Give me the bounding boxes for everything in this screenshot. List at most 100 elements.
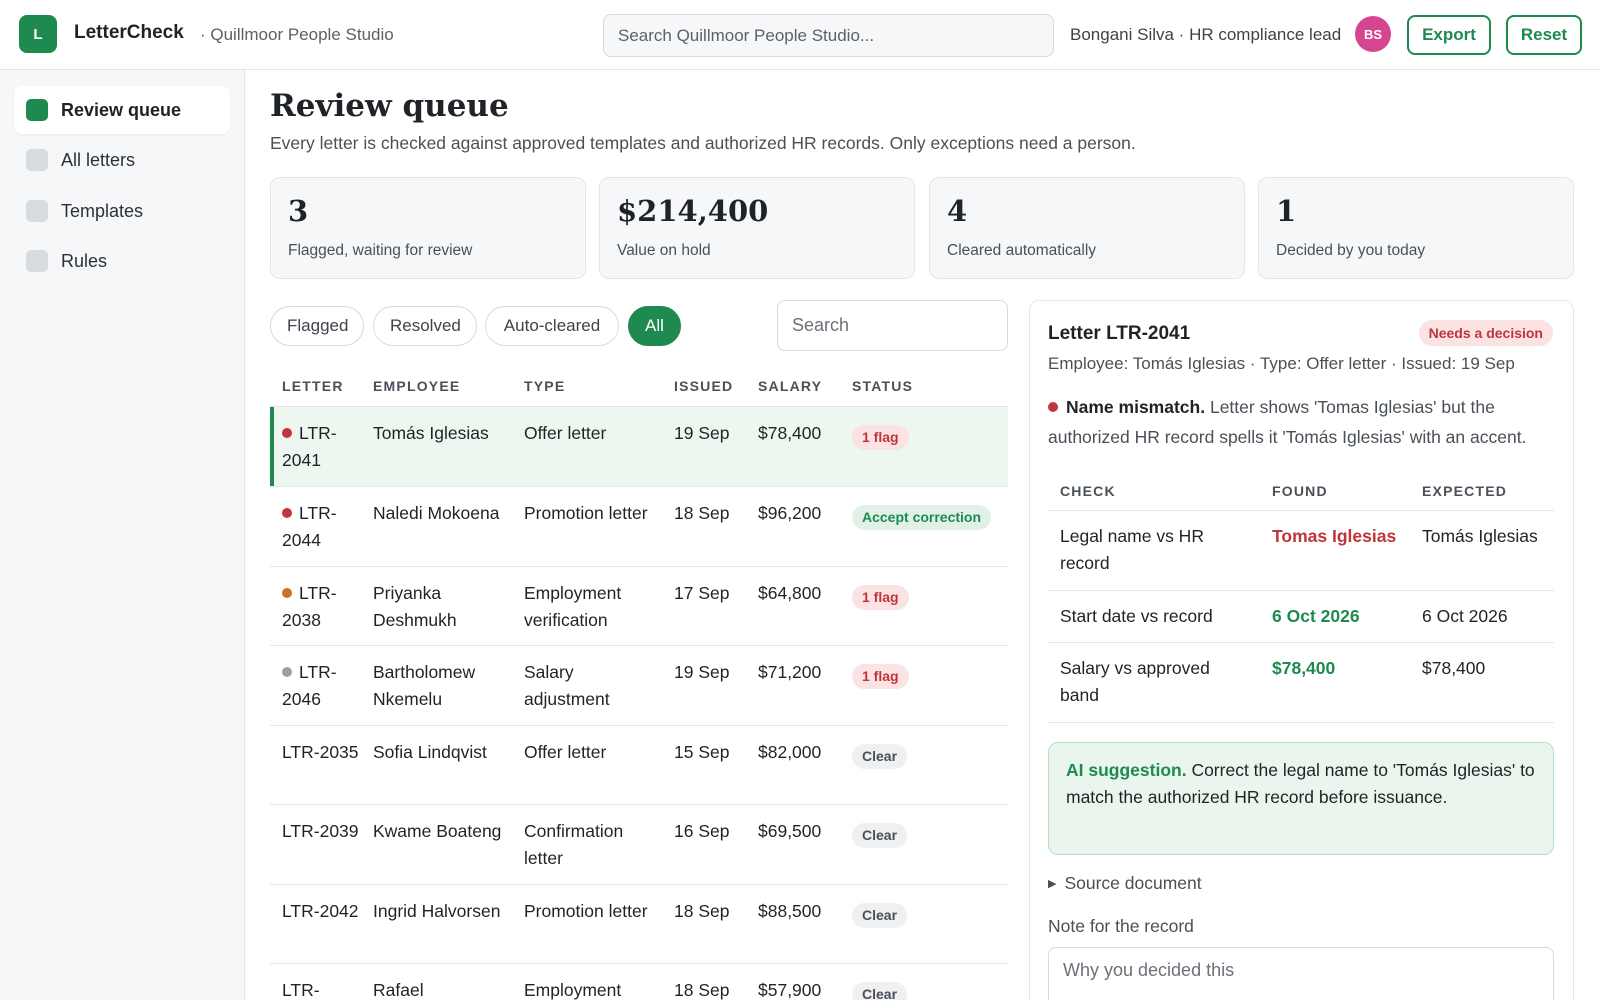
checks-table: CHECK FOUND EXPECTED Legal name vs HR re… [1048,471,1554,723]
filter-flagged[interactable]: Flagged [270,306,364,346]
column-header-type[interactable]: TYPE [524,378,565,394]
filter-resolved[interactable]: Resolved [373,306,477,346]
table-row[interactable]: LTR-2035 Sofia Lindqvist Offer letter 15 Se… [270,726,1008,805]
type-cell: Confirmation letter [524,821,624,868]
salary-cell: $57,900 [758,980,822,1000]
table-row[interactable]: LTR-2039 Kwame Boateng Confirmation letter… [270,805,1008,885]
issued-cell: 18 Sep [674,901,730,921]
column-header-found: FOUND [1272,483,1328,499]
filter-all[interactable]: All [628,306,681,346]
review-queue-icon [26,99,48,121]
status-cell: 1 flag [852,583,909,610]
type-cell: Promotion letter [524,503,648,523]
salary-cell: $96,200 [758,503,822,523]
issue-summary: Name mismatch. Letter shows 'Tomas Igles… [1048,392,1558,452]
issued-cell: 19 Sep [674,662,730,682]
stat-value: 4 [947,194,968,228]
stat-card-value-on-hold: $214,400 Value on hold [599,177,915,279]
sidebar-item-all-letters[interactable]: All letters [14,136,230,184]
column-header-issued[interactable]: ISSUED [674,378,733,394]
employee-cell: Bartholomew Nkemelu [373,662,476,709]
filter-auto-cleared[interactable]: Auto-cleared [485,306,619,346]
stat-label: Cleared automatically [947,242,1097,259]
employee-cell: Sofia Lindqvist [373,742,487,762]
letter-id-cell: LTR-2038 [282,580,362,634]
check-name: Legal name vs HR record [1060,526,1204,573]
check-row: Start date vs record 6 Oct 2026 6 Oct 2026 [1048,591,1554,643]
sidebar-item-label: Templates [61,200,144,221]
table-row[interactable]: LTR-2041 Tomás Iglesias Offer letter 19 Sep… [270,407,1008,487]
employee-cell: Rafael [373,980,424,1000]
status-badge: Clear [852,982,908,1000]
templates-icon [26,200,48,222]
column-header-check: CHECK [1060,483,1116,499]
current-user-label: Bongani Silva · HR compliance lead [1070,25,1342,44]
employee-cell: Naledi Mokoena [373,503,500,523]
page-title: Review queue [270,88,509,124]
letter-id-cell: LTR-2044 [282,500,362,554]
salary-cell: $82,000 [758,742,822,762]
status-badge: Clear [852,823,908,848]
column-header-expected: EXPECTED [1422,483,1508,499]
letter-id: LTR-2042 [282,901,359,921]
stat-value: 3 [288,194,309,228]
check-found-value: Tomas Iglesias [1272,526,1397,546]
column-header-employee[interactable]: EMPLOYEE [373,378,460,394]
check-found-value: $78,400 [1272,658,1336,678]
check-found-value: 6 Oct 2026 [1272,606,1360,626]
workspace-name: · Quillmoor People Studio [200,25,394,44]
stat-value: $214,400 [617,194,769,228]
checks-table-header: CHECK FOUND EXPECTED [1048,471,1554,511]
employee-cell: Priyanka Deshmukh [373,583,457,630]
detail-meta: Employee: Tomás Iglesias · Type: Offer l… [1048,354,1515,373]
check-name: Start date vs record [1060,606,1213,626]
table-row[interactable]: LTR- Rafael Employment 18 Sep $57,900 Clear [270,964,1008,1000]
stat-value: 1 [1276,194,1297,228]
table-row[interactable]: LTR-2046 Bartholomew Nkemelu Salary adjust… [270,646,1008,726]
letter-search-input[interactable] [777,300,1008,351]
export-button[interactable]: Export [1407,15,1491,55]
status-cell: Accept correction [852,503,992,530]
source-document-toggle[interactable]: ▶ Source document [1048,873,1202,894]
logo-letter: L [33,25,43,43]
status-cell: 1 flag [852,423,909,450]
sidebar-item-review-queue[interactable]: Review queue [14,86,230,134]
rules-icon [26,250,48,272]
salary-cell: $64,800 [758,583,822,603]
status-badge: Clear [852,903,908,928]
letter-id: LTR-2035 [282,742,359,762]
sidebar-item-templates[interactable]: Templates [14,187,230,235]
column-header-letter[interactable]: LETTER [282,378,344,394]
table-row[interactable]: LTR-2044 Naledi Mokoena Promotion letter 18… [270,487,1008,567]
table-row[interactable]: LTR-2038 Priyanka Deshmukh Employment veri… [270,567,1008,646]
issued-cell: 17 Sep [674,583,730,603]
stat-card-cleared: 4 Cleared automatically [929,177,1245,279]
stat-label: Value on hold [617,242,711,259]
severity-dot-icon [282,428,292,438]
app-logo[interactable]: L [19,15,57,53]
issue-dot-icon [1048,402,1058,412]
decision-note-input[interactable] [1048,947,1554,1000]
type-cell: Offer letter [524,423,607,443]
letters-table: LETTER EMPLOYEE TYPE ISSUED SALARY STATU… [270,370,1008,1000]
table-row[interactable]: LTR-2042 Ingrid Halvorsen Promotion letter… [270,885,1008,964]
user-avatar[interactable]: BS [1355,16,1391,52]
type-cell: Offer letter [524,742,607,762]
column-header-salary[interactable]: SALARY [758,378,822,394]
letter-id-cell: LTR-2039 [282,818,362,845]
stat-label: Flagged, waiting for review [288,242,473,259]
status-cell: Clear [852,901,908,928]
type-cell: Employment [524,980,622,1000]
reset-button[interactable]: Reset [1506,15,1582,55]
status-cell: Clear [852,742,908,769]
column-header-status[interactable]: STATUS [852,378,913,394]
type-cell: Promotion letter [524,901,648,921]
global-search-input[interactable] [603,14,1054,57]
decision-status-badge: Needs a decision [1418,320,1553,346]
sidebar-item-rules[interactable]: Rules [14,237,230,285]
sidebar-item-label: Rules [61,250,108,271]
type-cell: Salary adjustment [524,662,610,709]
letter-id-cell: LTR-2046 [282,659,362,713]
ai-suggestion-box: AI suggestion. Correct the legal name to… [1048,742,1554,855]
employee-cell: Tomás Iglesias [373,423,489,443]
